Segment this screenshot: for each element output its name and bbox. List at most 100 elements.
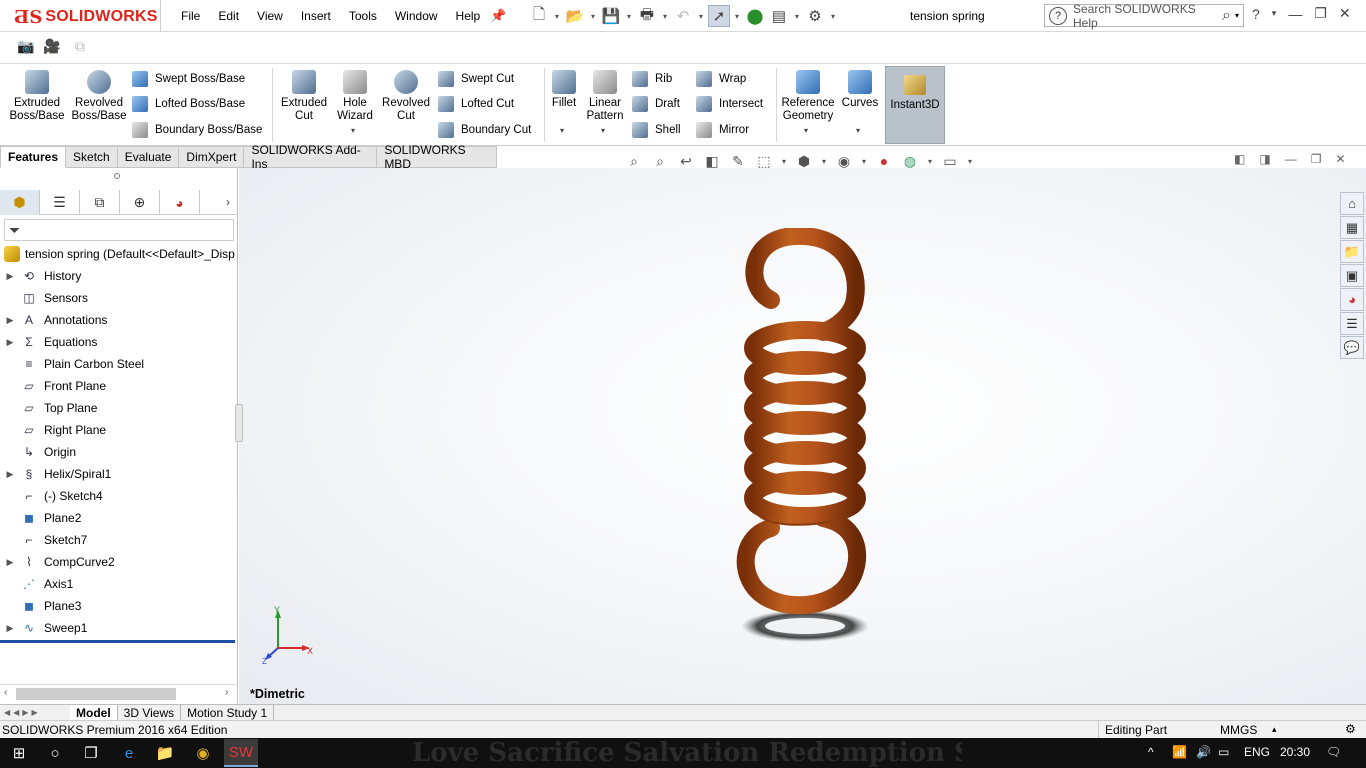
panel-grip-icon[interactable] bbox=[114, 173, 120, 179]
display-style-icon[interactable]: ⬢ bbox=[794, 153, 814, 170]
search-icon[interactable]: ⌕ bbox=[1222, 7, 1231, 25]
battery-icon[interactable]: ▭ bbox=[1218, 745, 1229, 759]
menu-insert[interactable]: Insert bbox=[292, 9, 340, 23]
tree-item[interactable]: ▶ § Helix/Spiral1 bbox=[0, 463, 238, 485]
undo-icon[interactable]: ↶ bbox=[672, 5, 694, 27]
file-explorer-icon[interactable]: 📁 bbox=[1340, 240, 1364, 263]
revolved-boss-button[interactable]: Revolved Boss/Base bbox=[70, 70, 128, 123]
tree-item[interactable]: ⌐ Sketch7 bbox=[0, 529, 238, 551]
save-dropdown-icon[interactable]: ▾ bbox=[624, 12, 634, 21]
tree-item[interactable]: ◫ Sensors bbox=[0, 287, 238, 309]
tab-features[interactable]: Features bbox=[0, 146, 67, 168]
appearances-icon[interactable]: ◕ bbox=[1340, 288, 1364, 311]
copy-view-icon[interactable]: ⧉ bbox=[70, 38, 90, 56]
tile-right-icon[interactable]: ◨ bbox=[1259, 152, 1270, 166]
select-dropdown-icon[interactable]: ▾ bbox=[732, 12, 742, 21]
tree-item[interactable]: ▱ Right Plane bbox=[0, 419, 238, 441]
units-label[interactable]: MMGS bbox=[1220, 723, 1257, 737]
solidworks-taskbar-icon[interactable]: SW bbox=[224, 739, 258, 767]
view-settings-dropdown-icon[interactable]: ▾ bbox=[966, 157, 974, 166]
save-icon[interactable]: 💾 bbox=[600, 5, 622, 27]
previous-view-icon[interactable]: ↩ bbox=[676, 153, 696, 170]
tab-dimxpert[interactable]: DimXpert bbox=[179, 146, 245, 168]
lofted-cut-button[interactable]: Lofted Cut bbox=[438, 95, 514, 113]
new-document-icon[interactable]: 🗋 bbox=[528, 5, 550, 27]
propertymanager-tab-icon[interactable]: ☰ bbox=[40, 190, 80, 215]
draft-button[interactable]: Draft bbox=[632, 95, 680, 113]
curves-dropdown-icon[interactable]: ▾ bbox=[856, 126, 860, 135]
tree-horizontal-scrollbar[interactable]: ‹ › bbox=[0, 684, 238, 702]
shell-button[interactable]: Shell bbox=[632, 121, 681, 139]
camera-icon[interactable]: 📷 bbox=[16, 38, 36, 56]
chrome-icon[interactable]: ◉ bbox=[192, 743, 214, 763]
lofted-boss-button[interactable]: Lofted Boss/Base bbox=[132, 95, 245, 113]
view-settings-icon[interactable]: ▭ bbox=[940, 153, 960, 170]
minimize-icon[interactable]: — bbox=[1288, 6, 1302, 22]
curves-button[interactable]: Curves bbox=[840, 70, 880, 110]
zoom-to-area-icon[interactable]: ⌕ bbox=[650, 153, 670, 170]
menu-view[interactable]: View bbox=[248, 9, 292, 23]
record-icon[interactable]: 🎥 bbox=[42, 38, 62, 56]
task-view-icon[interactable]: ❐ bbox=[80, 743, 102, 763]
pattern-dropdown-icon[interactable]: ▾ bbox=[601, 126, 605, 135]
dynamic-annotation-icon[interactable]: ✎ bbox=[728, 153, 748, 170]
fillet-dropdown-icon[interactable]: ▾ bbox=[560, 126, 564, 135]
display-style-dropdown-icon[interactable]: ▾ bbox=[820, 157, 828, 166]
swept-cut-button[interactable]: Swept Cut bbox=[438, 70, 514, 88]
close-icon[interactable]: ✕ bbox=[1339, 5, 1351, 22]
tree-item[interactable]: ▶ A Annotations bbox=[0, 309, 238, 331]
reference-geometry-dropdown-icon[interactable]: ▾ bbox=[804, 126, 808, 135]
custom-properties-icon[interactable]: ☰ bbox=[1340, 312, 1364, 335]
linear-pattern-button[interactable]: Linear Pattern bbox=[584, 70, 626, 123]
tree-item[interactable]: ▱ Front Plane bbox=[0, 375, 238, 397]
extruded-boss-button[interactable]: Extruded Boss/Base bbox=[8, 70, 66, 123]
tree-item[interactable]: ⋰ Axis1 bbox=[0, 573, 238, 595]
properties-dropdown-icon[interactable]: ▾ bbox=[792, 12, 802, 21]
tab-3d-views[interactable]: 3D Views bbox=[118, 704, 182, 721]
hole-wizard-button[interactable]: Hole Wizard bbox=[333, 70, 377, 123]
apply-scene-icon[interactable]: ◍ bbox=[900, 153, 920, 170]
file-properties-icon[interactable]: ▤ bbox=[768, 5, 790, 27]
tray-expand-icon[interactable]: ^ bbox=[1148, 745, 1154, 759]
tree-item[interactable]: ▶ ⟲ History bbox=[0, 265, 238, 287]
menu-window[interactable]: Window bbox=[386, 9, 447, 23]
tree-item[interactable]: ⌐ (-) Sketch4 bbox=[0, 485, 238, 507]
hole-wizard-dropdown-icon[interactable]: ▾ bbox=[351, 126, 355, 135]
pin-menu-icon[interactable]: 📌 bbox=[490, 8, 506, 24]
mirror-button[interactable]: Mirror bbox=[696, 121, 749, 139]
new-dropdown-icon[interactable]: ▾ bbox=[552, 12, 562, 21]
tab-scroll-arrows-icon[interactable]: ◀◀▶▶ bbox=[0, 708, 70, 717]
options-dropdown-icon[interactable]: ▾ bbox=[828, 12, 838, 21]
tree-item[interactable]: ▶ ⌇ CompCurve2 bbox=[0, 551, 238, 573]
expand-arrow-icon[interactable]: ▶ bbox=[0, 623, 20, 634]
panel-resize-handle[interactable] bbox=[235, 404, 243, 442]
edge-browser-icon[interactable]: e bbox=[118, 743, 140, 763]
help-dropdown-icon[interactable]: ▾ bbox=[1272, 8, 1277, 19]
tab-sketch[interactable]: Sketch bbox=[66, 146, 118, 168]
scene-dropdown-icon[interactable]: ▾ bbox=[926, 157, 934, 166]
hide-show-dropdown-icon[interactable]: ▾ bbox=[860, 157, 868, 166]
open-dropdown-icon[interactable]: ▾ bbox=[588, 12, 598, 21]
forum-icon[interactable]: 💬 bbox=[1340, 336, 1364, 359]
cortana-search-icon[interactable]: ○ bbox=[44, 743, 66, 763]
edit-appearance-icon[interactable]: ● bbox=[874, 153, 894, 169]
tab-addins[interactable]: SOLIDWORKS Add-Ins bbox=[244, 143, 378, 171]
view-palette-icon[interactable]: ▣ bbox=[1340, 264, 1364, 287]
boundary-cut-button[interactable]: Boundary Cut bbox=[438, 121, 531, 139]
revolved-cut-button[interactable]: Revolved Cut bbox=[380, 70, 432, 123]
tab-motion-study[interactable]: Motion Study 1 bbox=[181, 704, 275, 721]
tab-mbd[interactable]: SOLIDWORKS MBD bbox=[377, 143, 497, 171]
search-dropdown-icon[interactable]: ▾ bbox=[1235, 11, 1239, 20]
menu-help[interactable]: Help bbox=[447, 9, 490, 23]
tension-spring-model[interactable] bbox=[735, 228, 875, 648]
volume-icon[interactable]: 🔊 bbox=[1196, 745, 1211, 759]
design-library-icon[interactable]: ▦ bbox=[1340, 216, 1364, 239]
displaymanager-tab-icon[interactable]: ◕ bbox=[160, 190, 200, 215]
tree-item[interactable]: ≡ Plain Carbon Steel bbox=[0, 353, 238, 375]
scrollbar-thumb[interactable] bbox=[16, 688, 176, 700]
expand-arrow-icon[interactable]: ▶ bbox=[0, 469, 20, 480]
hide-show-items-icon[interactable]: ◉ bbox=[834, 153, 854, 170]
instant3d-toggle[interactable]: Instant3D bbox=[885, 66, 945, 144]
print-icon[interactable]: 🖶 bbox=[636, 5, 658, 27]
tree-item[interactable]: ◼ Plane3 bbox=[0, 595, 238, 617]
